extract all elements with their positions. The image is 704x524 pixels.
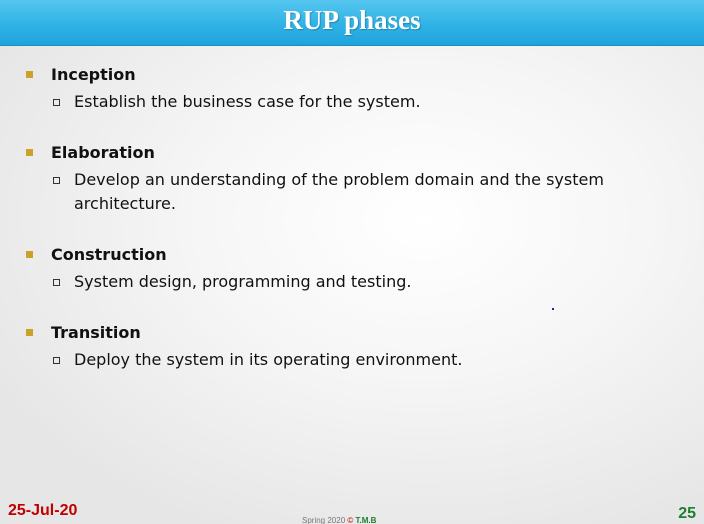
square-bullet-icon: [26, 148, 33, 156]
footer-note: Spring 2020 © T.M.B: [302, 516, 422, 524]
hollow-square-bullet-icon: [53, 357, 60, 364]
phase-description: Establish the business case for the syst…: [74, 92, 421, 111]
square-bullet-icon: [26, 250, 33, 258]
phase-description: Develop an understanding of the problem …: [74, 170, 604, 213]
phase-description: Deploy the system in its operating envir…: [74, 350, 463, 369]
footer-note-prefix: Spring 2020: [302, 516, 346, 524]
hollow-square-bullet-icon: [53, 177, 60, 184]
square-bullet-icon: [26, 328, 33, 336]
phase-item-transition: Transition Deploy the system in its oper…: [22, 320, 662, 372]
phase-item-inception: Inception Establish the business case fo…: [22, 62, 662, 114]
phase-item-elaboration: Elaboration Develop an understanding of …: [22, 140, 662, 216]
footer-date: 25-Jul-20: [8, 502, 78, 519]
phase-name: Transition: [51, 322, 141, 342]
slide-title: RUP phases: [283, 5, 421, 35]
phase-name: Construction: [51, 244, 167, 264]
square-bullet-icon: [26, 70, 33, 78]
phase-list: Inception Establish the business case fo…: [22, 62, 662, 398]
phase-name: Elaboration: [51, 142, 155, 162]
page-number: 25: [678, 505, 696, 522]
phase-description: System design, programming and testing.: [74, 272, 412, 291]
phase-name: Inception: [51, 64, 136, 84]
footer-note-author: T.M.B: [355, 516, 377, 524]
title-bar: RUP phases: [0, 0, 704, 46]
hollow-square-bullet-icon: [53, 279, 60, 286]
copyright-icon: ©: [347, 516, 354, 524]
slide: RUP phases Inception Establish the busin…: [0, 0, 704, 524]
phase-item-construction: Construction System design, programming …: [22, 242, 662, 294]
hollow-square-bullet-icon: [53, 99, 60, 106]
stray-dot: [552, 308, 554, 310]
